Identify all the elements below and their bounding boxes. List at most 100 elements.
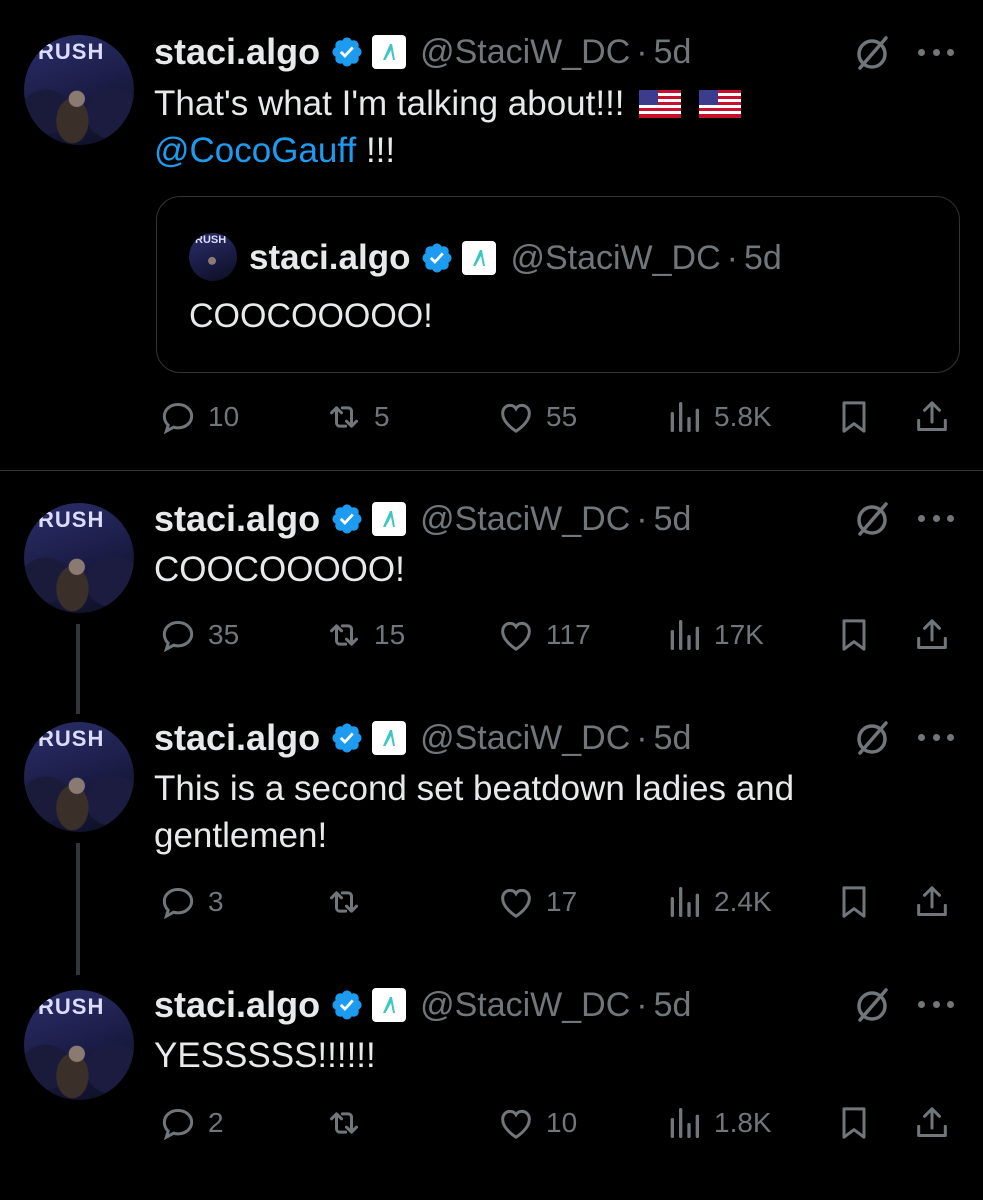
verified-badge-icon[interactable] (330, 721, 364, 755)
like-button[interactable]: 10 (496, 1098, 577, 1148)
tweet-3[interactable]: RUSH staci.algo @StaciW_DC · 5d This is … (0, 690, 983, 980)
retweet-icon (330, 891, 358, 913)
heart-icon (501, 888, 531, 918)
more-options-icon[interactable] (914, 717, 958, 757)
display-name[interactable]: staci.algo (154, 984, 320, 1026)
views-button[interactable]: 17K (664, 610, 764, 660)
algo-badge-icon[interactable] (372, 35, 407, 69)
views-count: 1.8K (714, 1107, 772, 1138)
retweet-button[interactable]: 15 (324, 610, 405, 660)
avatar[interactable]: RUSH (24, 990, 134, 1100)
avatar[interactable]: RUSH (24, 35, 134, 145)
timestamp[interactable]: 5d (654, 500, 692, 539)
like-count: 17 (546, 886, 578, 917)
separator-dot: · (636, 718, 648, 757)
more-options-icon[interactable] (914, 32, 958, 72)
user-handle[interactable]: @StaciW_DC (420, 500, 630, 539)
more-options-icon[interactable] (914, 498, 958, 538)
retweet-icon (330, 624, 358, 646)
share-button[interactable] (912, 1098, 952, 1148)
bookmark-button[interactable] (834, 392, 874, 442)
share-button[interactable] (912, 877, 952, 927)
retweet-count: 15 (374, 619, 406, 650)
views-count: 17K (714, 619, 764, 650)
display-name[interactable]: staci.algo (154, 498, 320, 540)
algo-badge-icon[interactable] (372, 721, 407, 755)
verified-badge-icon[interactable] (330, 502, 364, 536)
bookmark-button[interactable] (834, 877, 874, 927)
us-flag-icon (698, 90, 741, 118)
reply-button[interactable]: 35 (158, 610, 239, 660)
tweet-header: staci.algo @StaciW_DC · 5d (154, 27, 691, 77)
reply-count: 2 (208, 1107, 224, 1138)
reply-button[interactable]: 3 (158, 877, 224, 927)
views-button[interactable]: 1.8K (664, 1098, 772, 1148)
grok-icon[interactable] (852, 984, 892, 1024)
views-icon (670, 887, 699, 917)
like-count: 55 (546, 401, 578, 432)
verified-badge-icon[interactable] (330, 35, 364, 69)
share-icon (917, 619, 947, 649)
grok-icon[interactable] (852, 32, 892, 72)
quote-timestamp: 5d (744, 238, 782, 277)
tweet-text: COOCOOOOO! (154, 550, 405, 589)
action-bar: 35 15 117 17K (154, 610, 964, 660)
display-name[interactable]: staci.algo (154, 31, 320, 73)
separator-dot: · (726, 238, 738, 277)
retweet-button[interactable] (324, 1098, 374, 1148)
quote-avatar: RUSH (189, 233, 237, 281)
verified-badge-icon[interactable] (330, 988, 364, 1022)
algo-badge-icon[interactable] (372, 502, 407, 536)
reply-count: 35 (208, 619, 240, 650)
like-count: 117 (546, 619, 591, 650)
timestamp[interactable]: 5d (654, 986, 692, 1025)
share-button[interactable] (912, 610, 952, 660)
mention-link[interactable]: @CocoGauff (154, 131, 356, 170)
quote-header: staci.algo @StaciW_DC · 5d (249, 233, 782, 283)
us-flag-icon (638, 90, 681, 118)
tweet-text: That's what I'm talking about!!! @CocoGa… (154, 80, 954, 174)
display-name[interactable]: staci.algo (154, 717, 320, 759)
tweet-2[interactable]: RUSH staci.algo @StaciW_DC · 5d COOCOOOO… (0, 470, 983, 720)
reply-count: 3 (208, 886, 224, 917)
more-options-icon[interactable] (914, 984, 958, 1024)
views-button[interactable]: 2.4K (664, 877, 772, 927)
views-icon (670, 1108, 699, 1138)
views-count: 2.4K (714, 886, 772, 917)
reply-button[interactable]: 10 (158, 392, 239, 442)
like-button[interactable]: 117 (496, 610, 591, 660)
action-bar: 10 5 55 5.8K (154, 392, 964, 442)
quoted-tweet[interactable]: RUSH staci.algo @StaciW_DC · 5d COOCOOOO… (156, 196, 960, 373)
avatar[interactable]: RUSH (24, 722, 134, 832)
bookmark-button[interactable] (834, 610, 874, 660)
user-handle[interactable]: @StaciW_DC (420, 33, 630, 72)
views-button[interactable]: 5.8K (664, 392, 772, 442)
avatar[interactable]: RUSH (24, 503, 134, 613)
share-button[interactable] (912, 392, 952, 442)
reply-icon (162, 1108, 194, 1141)
tweet-4[interactable]: RUSH staci.algo @StaciW_DC · 5d YESSSSS!… (0, 958, 983, 1200)
like-button[interactable]: 55 (496, 392, 577, 442)
timestamp[interactable]: 5d (654, 33, 692, 72)
retweet-button[interactable] (324, 877, 374, 927)
algo-badge-icon[interactable] (372, 988, 407, 1022)
bookmark-icon (842, 401, 866, 433)
action-bar: 2 10 1.8K (154, 1098, 964, 1148)
separator-dot: · (636, 499, 648, 538)
timestamp[interactable]: 5d (654, 719, 692, 758)
grok-icon[interactable] (852, 498, 892, 538)
retweet-icon (330, 406, 358, 428)
reply-button[interactable]: 2 (158, 1098, 224, 1148)
user-handle[interactable]: @StaciW_DC (420, 719, 630, 758)
grok-icon[interactable] (852, 717, 892, 757)
share-icon (917, 1107, 947, 1137)
heart-icon (501, 1109, 531, 1139)
bookmark-icon (842, 886, 866, 918)
user-handle[interactable]: @StaciW_DC (420, 986, 630, 1025)
tweet-1[interactable]: RUSH staci.algo @StaciW_DC · 5d That's w… (0, 0, 983, 470)
like-button[interactable]: 17 (496, 877, 577, 927)
heart-icon (501, 403, 531, 433)
retweet-button[interactable]: 5 (324, 392, 390, 442)
bookmark-button[interactable] (834, 1098, 874, 1148)
action-bar: 3 17 2.4K (154, 877, 964, 927)
